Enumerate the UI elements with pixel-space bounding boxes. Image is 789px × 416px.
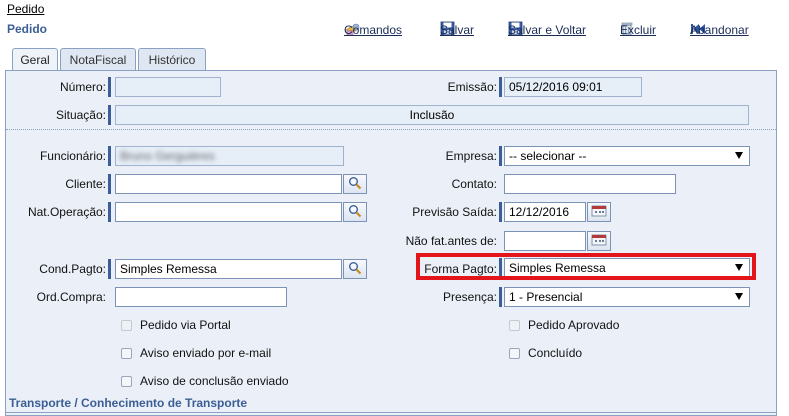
comandos-label: Comandos	[344, 23, 403, 37]
section-divider	[6, 412, 776, 413]
required-marker	[499, 77, 502, 97]
pedido-aprovado-checkbox[interactable]: Pedido Aprovado	[509, 318, 619, 332]
search-icon	[348, 204, 362, 221]
checkbox-box	[121, 347, 132, 359]
funcionario-label: Funcionário:	[39, 149, 106, 163]
transporte-section-title[interactable]: Transporte / Conhecimento de Transporte	[9, 396, 247, 410]
required-marker	[108, 77, 111, 97]
condpagto-label: Cond.Pagto:	[39, 262, 106, 276]
empresa-label: Empresa:	[445, 149, 497, 163]
dropdown-arrow-icon	[735, 293, 743, 300]
excluir-button[interactable]: Excluir	[620, 22, 656, 38]
pedido-aprovado-label: Pedido Aprovado	[528, 318, 620, 332]
salvar-button[interactable]: Salvar	[440, 21, 474, 38]
empresa-value: -- selecionar --	[509, 149, 587, 163]
contato-field[interactable]	[504, 174, 676, 194]
naofat-field[interactable]	[504, 231, 586, 251]
required-marker	[108, 202, 111, 222]
required-marker	[108, 146, 111, 166]
natop-lookup-button[interactable]	[343, 202, 367, 222]
cliente-label: Cliente:	[65, 177, 106, 191]
presenca-label: Presença:	[442, 290, 497, 304]
pedido-portal-checkbox[interactable]: Pedido via Portal	[121, 318, 231, 332]
tab-notafiscal[interactable]: NotaFiscal	[60, 48, 136, 70]
emissao-field[interactable]: 05/12/2016 09:01	[504, 77, 642, 97]
funcionario-value: Bruno Gerguières	[120, 149, 215, 163]
numero-field[interactable]	[115, 77, 221, 97]
checkbox-box	[121, 319, 132, 331]
page-title: Pedido	[7, 22, 48, 36]
previsao-calendar-button[interactable]	[587, 202, 611, 222]
ordcompra-field[interactable]	[115, 287, 287, 307]
section-divider	[6, 129, 776, 130]
concluido-checkbox[interactable]: Concluído	[509, 346, 582, 360]
required-marker	[499, 287, 502, 307]
numero-label: Número:	[59, 80, 106, 94]
previsao-label: Previsão Saída:	[412, 205, 497, 219]
tab-historico[interactable]: Histórico	[138, 48, 206, 70]
required-marker	[108, 174, 111, 194]
tab-geral[interactable]: Geral	[12, 48, 58, 71]
emissao-label: Emissão:	[447, 80, 497, 94]
situacao-field[interactable]: Inclusão	[115, 105, 749, 125]
pedido-portal-label: Pedido via Portal	[140, 318, 231, 332]
concluido-label: Concluído	[528, 346, 583, 360]
funcionario-field[interactable]: Bruno Gerguières	[115, 146, 344, 166]
cliente-lookup-button[interactable]	[343, 174, 367, 194]
abandonar-label: Abandonar	[690, 23, 749, 37]
ordcompra-label: Ord.Compra:	[36, 290, 106, 304]
contato-label: Contato:	[451, 177, 497, 191]
aviso-email-checkbox[interactable]: Aviso enviado por e-mail	[121, 346, 271, 360]
checkbox-box	[509, 347, 520, 359]
natop-label: Nat.Operação:	[27, 205, 106, 219]
checkbox-box	[509, 319, 520, 331]
empresa-select[interactable]: -- selecionar --	[504, 146, 750, 166]
dropdown-arrow-icon	[735, 152, 743, 159]
aviso-conclusao-label: Aviso de conclusão enviado	[140, 374, 289, 388]
condpagto-field[interactable]: Simples Remessa	[115, 259, 342, 279]
required-marker	[108, 105, 111, 125]
required-marker	[108, 259, 111, 279]
salvar-e-voltar-button[interactable]: Salvar e Voltar	[508, 21, 586, 38]
salvar-voltar-label: Salvar e Voltar	[508, 23, 587, 37]
search-icon	[348, 176, 362, 193]
naofat-calendar-button[interactable]	[587, 231, 611, 251]
presenca-value: 1 - Presencial	[509, 290, 583, 304]
presenca-select[interactable]: 1 - Presencial	[504, 287, 750, 307]
required-marker	[499, 202, 502, 222]
naofat-label: Não fat.antes de:	[405, 234, 497, 248]
aviso-conclusao-checkbox[interactable]: Aviso de conclusão enviado	[121, 374, 289, 388]
natop-field[interactable]	[115, 202, 342, 222]
checkbox-box	[121, 375, 132, 387]
situacao-label: Situação:	[55, 108, 106, 122]
highlight-box	[416, 253, 756, 280]
cliente-field[interactable]	[115, 174, 342, 194]
excluir-label: Excluir	[620, 23, 657, 37]
search-icon	[348, 261, 362, 278]
calendar-icon	[591, 234, 607, 249]
salvar-label: Salvar	[440, 23, 475, 37]
required-marker	[499, 146, 502, 166]
breadcrumb-link[interactable]: Pedido	[7, 2, 44, 16]
abandonar-button[interactable]: Abandonar	[690, 22, 749, 38]
comandos-button[interactable]: Comandos	[344, 22, 402, 38]
calendar-icon	[591, 205, 607, 220]
previsao-field[interactable]: 12/12/2016	[504, 202, 586, 222]
aviso-email-label: Aviso enviado por e-mail	[140, 346, 272, 360]
condpagto-lookup-button[interactable]	[343, 259, 367, 279]
